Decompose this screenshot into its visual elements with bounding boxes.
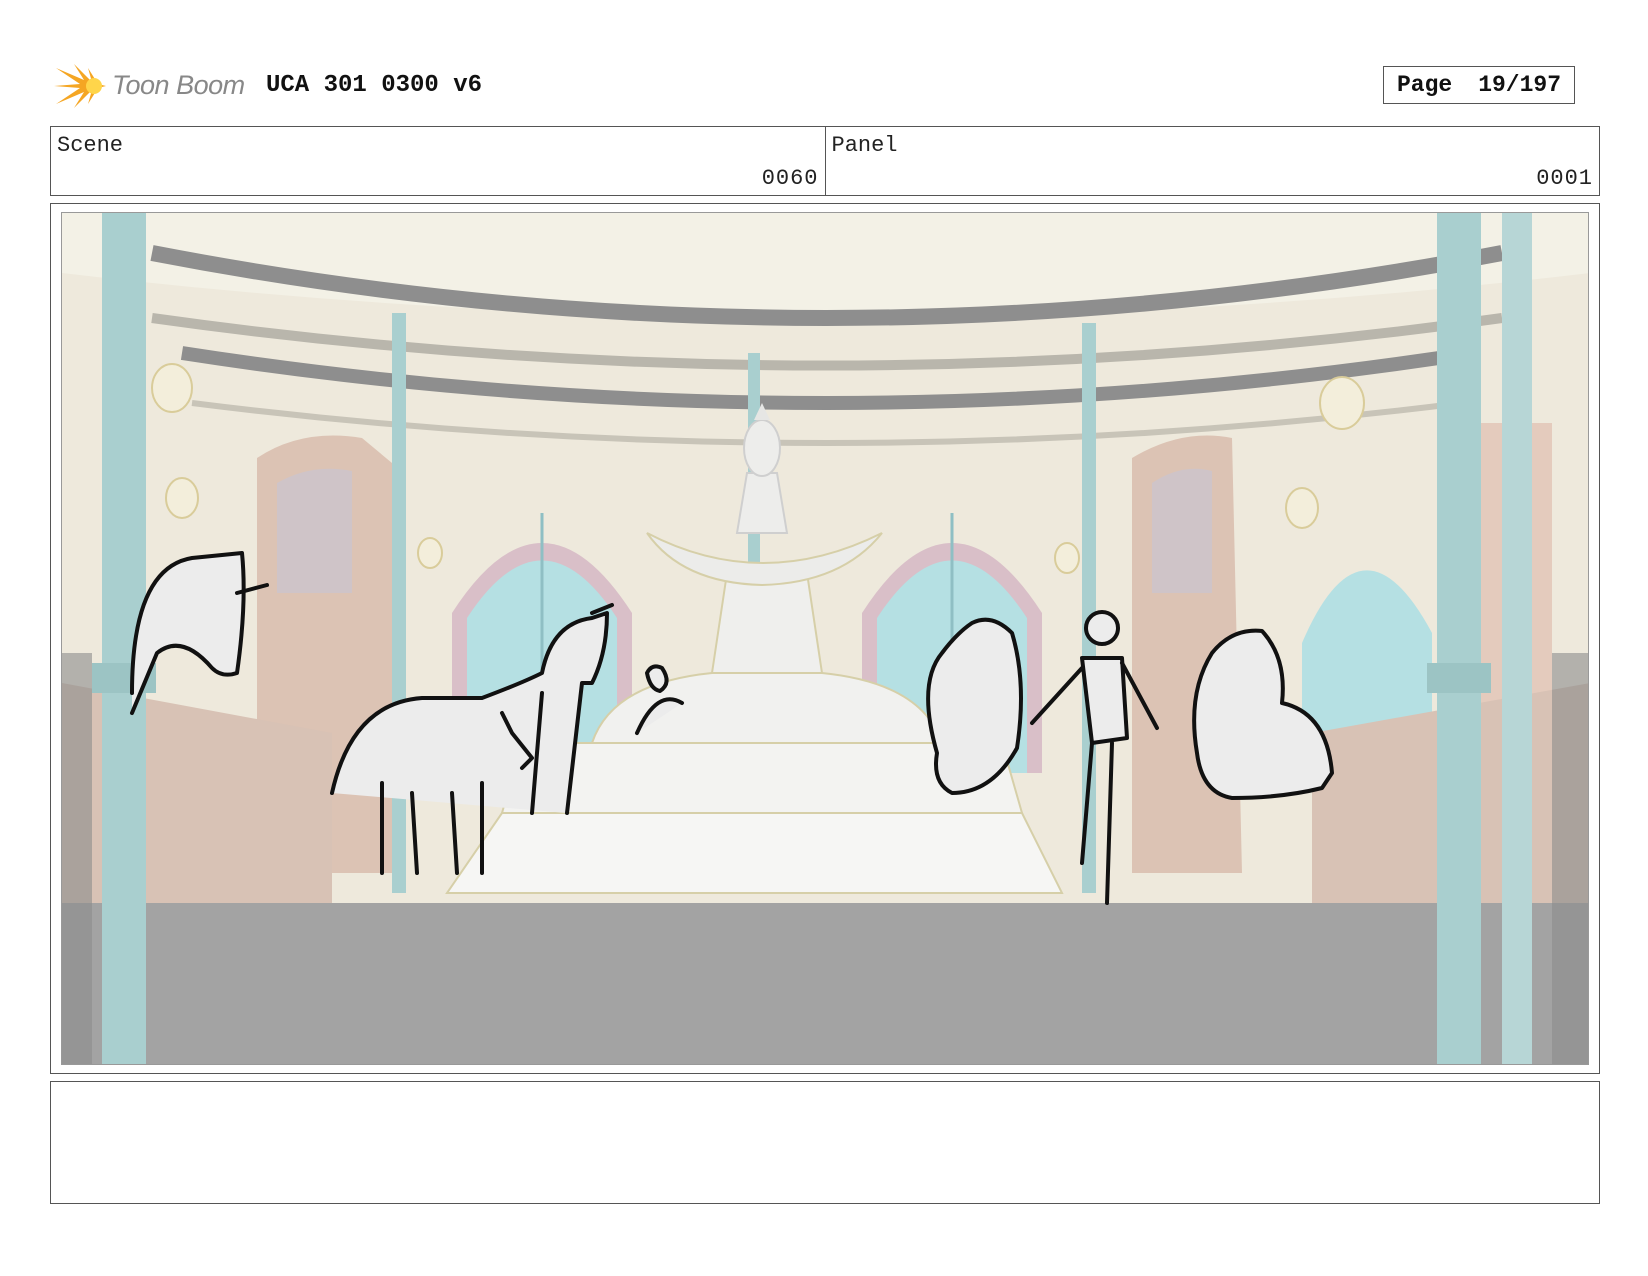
panel-illustration bbox=[62, 213, 1588, 1064]
page-header: Toon Boom UCA 301 0300 v6 Page 19/197 bbox=[50, 56, 1600, 116]
page-counter: Page 19/197 bbox=[1383, 66, 1575, 104]
panel-cell: Panel 0001 bbox=[824, 127, 1600, 195]
storyboard-panel bbox=[50, 203, 1600, 1074]
page-label: Page bbox=[1396, 72, 1453, 98]
panel-image bbox=[61, 212, 1589, 1065]
scene-panel-info: Scene 0060 Panel 0001 bbox=[50, 126, 1600, 196]
scene-cell: Scene 0060 bbox=[51, 127, 825, 195]
logo-text: Toon Boom bbox=[112, 70, 245, 100]
scene-label: Scene bbox=[57, 133, 124, 158]
panel-number: 0001 bbox=[1536, 166, 1593, 191]
scene-number: 0060 bbox=[761, 166, 819, 191]
panel-notes bbox=[50, 1081, 1600, 1204]
panel-label: Panel bbox=[831, 133, 898, 158]
document-title: UCA 301 0300 v6 bbox=[266, 72, 483, 99]
toon-boom-logo: Toon Boom bbox=[54, 60, 254, 112]
star-burst-icon bbox=[54, 64, 106, 108]
page-number: 19/197 bbox=[1478, 72, 1562, 98]
